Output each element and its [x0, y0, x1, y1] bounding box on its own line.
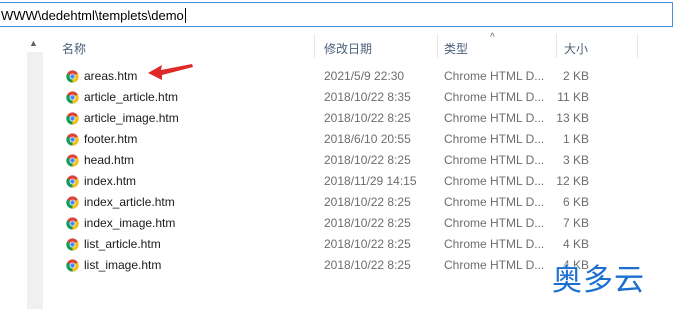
file-type: Chrome HTML D...	[444, 153, 545, 167]
chrome-html-file-icon	[66, 175, 79, 188]
file-name: article_image.htm	[84, 111, 179, 125]
file-row[interactable]: article_image.htm 2018/10/22 8:25 Chrome H…	[44, 108, 681, 129]
file-type: Chrome HTML D...	[444, 258, 545, 272]
column-divider[interactable]	[637, 34, 638, 58]
file-name: index.htm	[84, 174, 137, 188]
file-type: Chrome HTML D...	[444, 216, 545, 230]
file-size: 1 KB	[562, 132, 589, 146]
address-input[interactable]: WWW\dedehtml\templets\demo	[0, 2, 673, 27]
column-header-date[interactable]: 修改日期	[324, 40, 372, 57]
vertical-scrollbar[interactable]	[27, 52, 43, 309]
file-name: index_article.htm	[84, 195, 175, 209]
column-divider[interactable]	[437, 34, 438, 58]
scroll-up-icon[interactable]: ▲	[29, 38, 38, 48]
file-name: head.htm	[84, 153, 135, 167]
file-size: 12 KB	[556, 174, 589, 188]
file-name: list_article.htm	[84, 237, 161, 251]
red-arrow-icon	[148, 64, 193, 80]
chrome-html-file-icon	[66, 70, 79, 83]
file-type: Chrome HTML D...	[444, 132, 545, 146]
file-size: 3 KB	[562, 153, 589, 167]
navigation-pane	[0, 31, 26, 309]
file-row[interactable]: head.htm 2018/10/22 8:25 Chrome HTML D... 3…	[44, 150, 681, 171]
column-header: 名称 修改日期 类型 大小	[44, 32, 681, 60]
column-header-size[interactable]: 大小	[564, 40, 588, 57]
file-size: 7 KB	[562, 216, 589, 230]
chrome-html-file-icon	[66, 91, 79, 104]
chrome-html-file-icon	[66, 238, 79, 251]
column-divider[interactable]	[556, 34, 557, 58]
file-size: 6 KB	[562, 195, 589, 209]
file-type: Chrome HTML D...	[444, 174, 545, 188]
file-name: list_image.htm	[84, 258, 162, 272]
sort-ascending-icon: ^	[490, 32, 495, 43]
file-name: index_image.htm	[84, 216, 176, 230]
file-date: 2018/10/22 8:25	[324, 216, 411, 230]
file-type: Chrome HTML D...	[444, 111, 545, 125]
column-header-type[interactable]: 类型	[444, 40, 468, 57]
file-row[interactable]: index.htm 2018/11/29 14:15 Chrome HTML D..…	[44, 171, 681, 192]
file-row[interactable]: index_article.htm 2018/10/22 8:25 Chrome H…	[44, 192, 681, 213]
file-type: Chrome HTML D...	[444, 237, 545, 251]
address-bar: WWW\dedehtml\templets\demo	[0, 0, 681, 31]
watermark-logo: 奥多云	[552, 263, 645, 298]
file-date: 2018/10/22 8:25	[324, 153, 411, 167]
file-date: 2018/11/29 14:15	[324, 174, 417, 188]
chrome-html-file-icon	[66, 112, 79, 125]
address-path: WWW\dedehtml\templets\demo	[1, 8, 184, 23]
chrome-html-file-icon	[66, 133, 79, 146]
chrome-html-file-icon	[66, 217, 79, 230]
text-caret	[184, 8, 186, 23]
file-date: 2018/10/22 8:25	[324, 195, 411, 209]
file-date: 2018/10/22 8:25	[324, 111, 411, 125]
file-type: Chrome HTML D...	[444, 69, 545, 83]
column-header-name[interactable]: 名称	[62, 40, 86, 57]
file-size: 11 KB	[557, 90, 589, 104]
column-divider[interactable]	[314, 34, 315, 58]
file-date: 2021/5/9 22:30	[324, 69, 405, 83]
file-row[interactable]: footer.htm 2018/6/10 20:55 Chrome HTML D..…	[44, 129, 681, 150]
file-row[interactable]: article_article.htm 2018/10/22 8:35 Chrome…	[44, 87, 681, 108]
file-name: article_article.htm	[84, 90, 179, 104]
file-date: 2018/10/22 8:25	[324, 237, 411, 251]
file-date: 2018/6/10 20:55	[324, 132, 411, 146]
file-type: Chrome HTML D...	[444, 90, 545, 104]
file-size: 4 KB	[562, 237, 589, 251]
file-row[interactable]: index_image.htm 2018/10/22 8:25 Chrome HTM…	[44, 213, 681, 234]
file-name: areas.htm	[84, 69, 138, 83]
file-row[interactable]: areas.htm 2021/5/9 22:30 Chrome HTML D... 2…	[44, 66, 681, 87]
file-type: Chrome HTML D...	[444, 195, 545, 209]
file-date: 2018/10/22 8:25	[324, 258, 411, 272]
file-name: footer.htm	[84, 132, 138, 146]
file-date: 2018/10/22 8:35	[324, 90, 411, 104]
chrome-html-file-icon	[66, 154, 79, 167]
file-size: 2 KB	[562, 69, 589, 83]
chrome-html-file-icon	[66, 196, 79, 209]
file-size: 13 KB	[556, 111, 589, 125]
file-row[interactable]: list_article.htm 2018/10/22 8:25 Chrome HT…	[44, 234, 681, 255]
chrome-html-file-icon	[66, 259, 79, 272]
